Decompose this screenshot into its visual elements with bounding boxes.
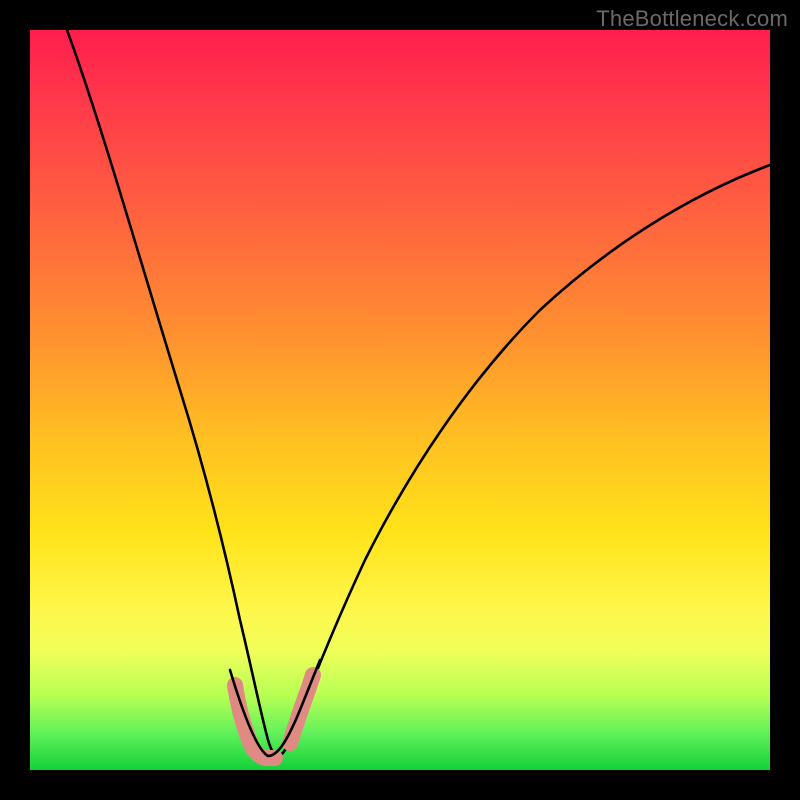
chart-frame: TheBottleneck.com	[0, 0, 800, 800]
curve-layer	[30, 30, 770, 770]
highlight-left	[235, 685, 275, 758]
watermark-label: TheBottleneck.com	[596, 6, 788, 32]
bottleneck-curve	[67, 30, 770, 756]
plot-area	[30, 30, 770, 770]
